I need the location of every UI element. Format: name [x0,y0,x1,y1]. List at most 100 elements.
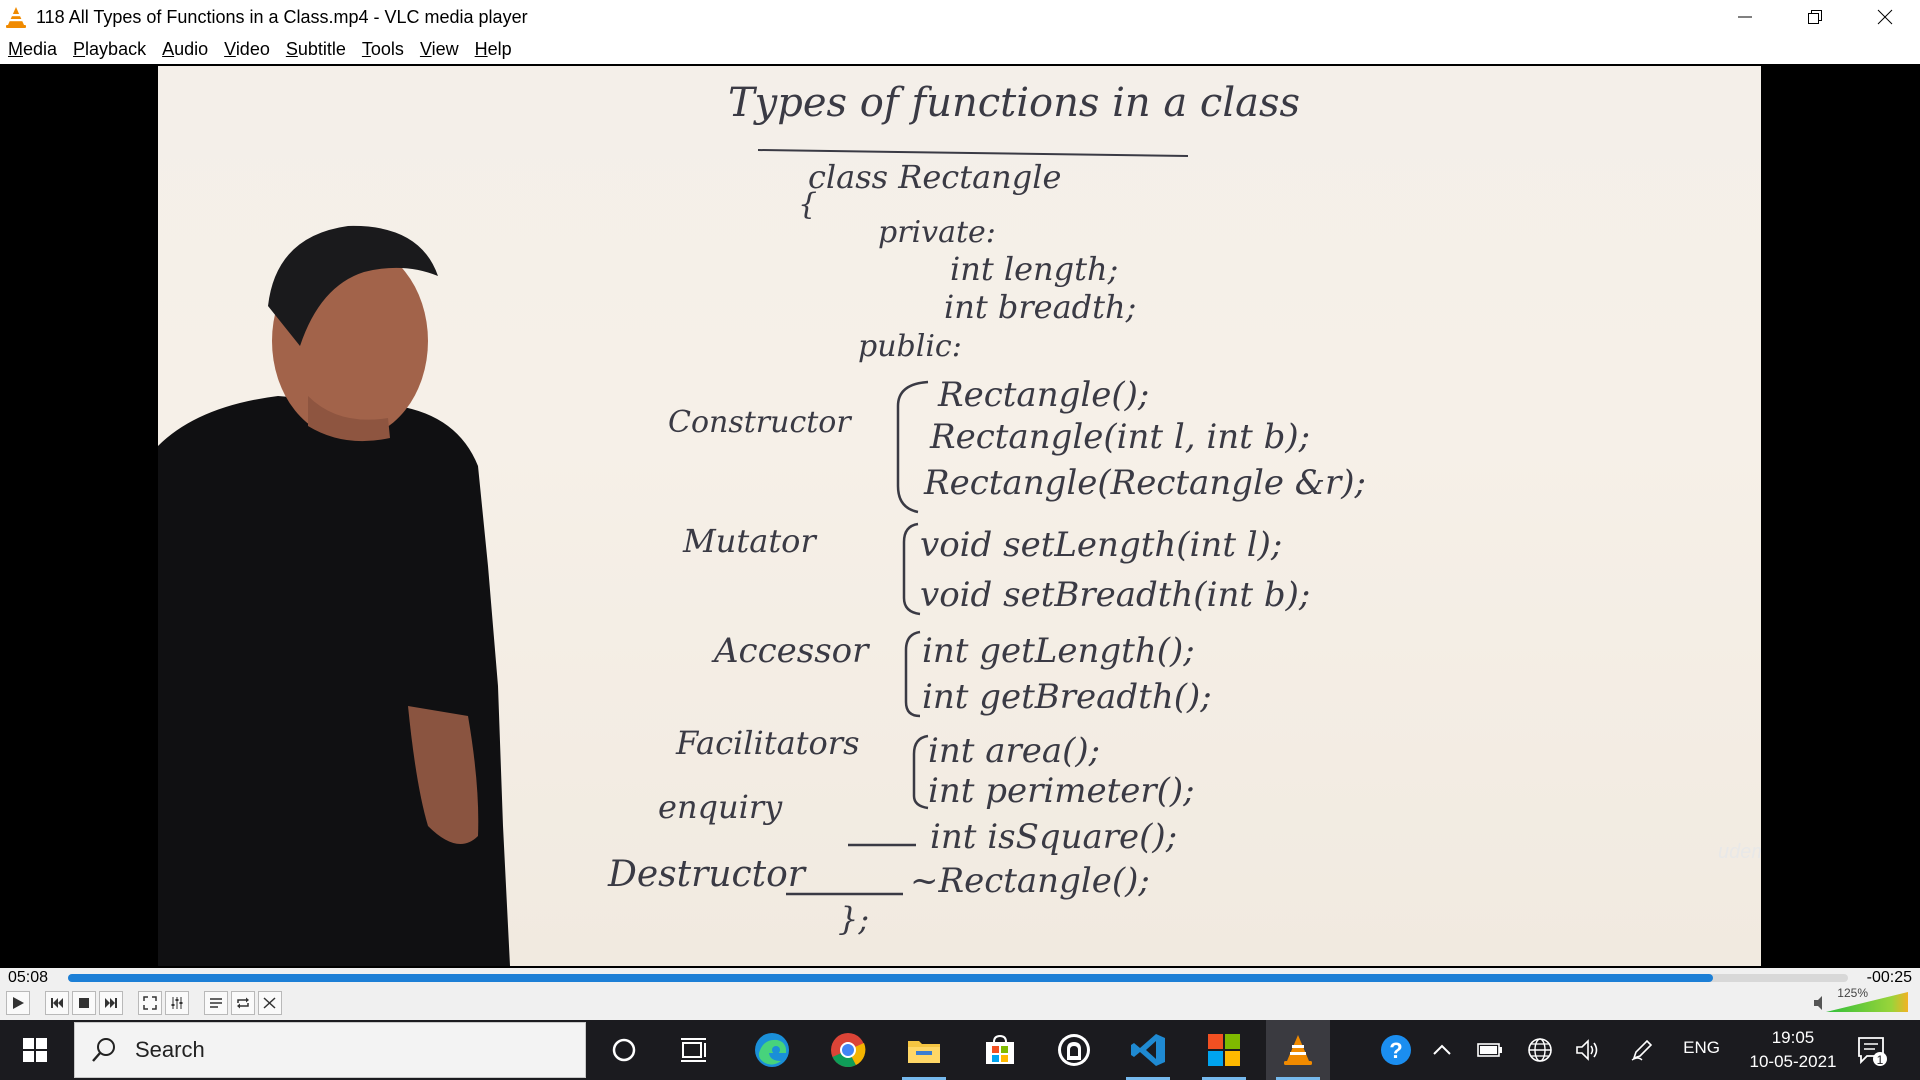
equalizer-icon [171,997,183,1009]
stop-button[interactable] [72,991,96,1015]
close-icon [1877,9,1893,25]
menu-audio[interactable]: Audio [162,39,208,60]
clock-time: 19:05 [1771,1028,1815,1047]
help-tray-button[interactable]: ? [1374,1020,1418,1080]
vscode-button[interactable] [1116,1020,1180,1080]
restore-icon [1808,10,1822,24]
clock-date: 10-05-2021 [1749,1052,1837,1071]
speaker-icon [1814,996,1822,1010]
chevron-up-icon [1433,1044,1451,1055]
show-hidden-icons-button[interactable] [1420,1020,1464,1080]
video-display[interactable]: Types of functions in a class class Rect… [0,64,1920,968]
board-heading: Types of functions in a class [728,80,1300,126]
pen-tray-button[interactable] [1620,1020,1664,1080]
seek-progress [68,974,1713,982]
play-button[interactable] [6,991,30,1015]
menu-subtitle[interactable]: Subtitle [286,39,346,60]
group-item: int isSquare(); [930,817,1177,857]
loop-button[interactable] [231,991,255,1015]
menu-media[interactable]: Media [8,39,57,60]
group-item: int perimeter(); [928,771,1195,811]
playlist-button[interactable] [204,991,228,1015]
group-item: Rectangle(Rectangle &r); [923,463,1366,503]
group-item: int getBreadth(); [922,677,1212,717]
volume-level [1826,992,1908,1012]
help-icon: ? [1381,1035,1411,1065]
close-button[interactable] [1850,0,1920,34]
public-label: public: [858,329,962,364]
network-tray-button[interactable] [1518,1020,1562,1080]
restore-button[interactable] [1780,0,1850,34]
extended-settings-button[interactable] [165,991,189,1015]
private-label: private: [878,215,996,250]
open-brace: { [798,187,817,222]
fullscreen-icon [143,996,157,1010]
group-item: void setLength(int l); [920,525,1282,565]
playback-controls: 05:08 -00:25 125% [0,968,1920,1020]
cortana-button[interactable] [594,1020,654,1080]
seek-bar[interactable] [68,974,1848,982]
private-member: int breadth; [944,288,1136,326]
next-icon [105,998,117,1008]
group-label-accessor: Accessor [711,631,870,671]
close-brace: }; [838,900,869,938]
group-label-constructor: Constructor [668,405,852,440]
menu-tools[interactable]: Tools [362,39,404,60]
group-label-enquiry: enquiry [658,788,783,826]
video-frame: Types of functions in a class class Rect… [158,66,1761,966]
action-center-button[interactable]: 1 [1844,1020,1900,1080]
stop-icon [79,998,89,1008]
group-item: int getLength(); [922,631,1195,671]
group-item: Rectangle(); [937,375,1149,415]
edge-button[interactable] [740,1020,804,1080]
shuffle-icon [263,997,276,1009]
group-label-mutator: Mutator [682,522,817,560]
vlc-cone-icon [6,7,26,28]
file-explorer-button[interactable] [892,1020,956,1080]
office-icon [1208,1034,1240,1066]
office-button[interactable] [1192,1020,1256,1080]
volume-tray-button[interactable] [1566,1020,1610,1080]
vlc-taskbar-button[interactable] [1266,1020,1330,1080]
class-declaration: class Rectangle [808,158,1061,196]
cortana-icon [612,1038,636,1062]
playlist-icon [210,998,222,1008]
taskbar-search-box[interactable]: Search [74,1022,586,1078]
chrome-button[interactable] [816,1020,880,1080]
menu-help[interactable]: Help [475,39,512,60]
previous-button[interactable] [45,991,69,1015]
previous-icon [51,998,63,1008]
group-label-destructor: Destructor [607,854,807,895]
shuffle-button[interactable] [258,991,282,1015]
heading-underline [757,149,1189,157]
minimize-button[interactable] [1710,0,1780,34]
loop-icon [237,997,249,1009]
menu-video[interactable]: Video [224,39,270,60]
menu-view[interactable]: View [420,39,459,60]
window-title: 118 All Types of Functions in a Class.mp… [36,6,528,27]
windows-logo-icon [23,1038,47,1062]
group-item: int area(); [928,731,1100,771]
search-placeholder: Search [135,1037,205,1062]
notification-icon: 1 [1858,1037,1887,1067]
input-language[interactable]: ENG [1683,1038,1720,1058]
speaker-icon [1576,1039,1598,1061]
next-button[interactable] [99,991,123,1015]
file-explorer-icon [908,1041,940,1063]
volume-slider[interactable] [1812,986,1912,1014]
start-button[interactable] [0,1020,70,1080]
minimize-icon [1738,16,1752,18]
battery-tray-button[interactable] [1470,1020,1510,1080]
fullscreen-button[interactable] [138,991,162,1015]
remaining-time[interactable]: -00:25 [1867,969,1912,987]
pen-icon [1631,1039,1653,1061]
menu-playback[interactable]: Playback [73,39,146,60]
vlc-icon [1284,1035,1312,1065]
title-bar: 118 All Types of Functions in a Class.mp… [0,0,1920,34]
clock[interactable]: 19:05 10-05-2021 [1738,1026,1848,1074]
github-desktop-button[interactable] [1042,1020,1106,1080]
edge-icon [755,1033,789,1067]
task-view-button[interactable] [664,1020,724,1080]
store-button[interactable] [968,1020,1032,1080]
group-item: ~Rectangle(); [910,861,1150,901]
